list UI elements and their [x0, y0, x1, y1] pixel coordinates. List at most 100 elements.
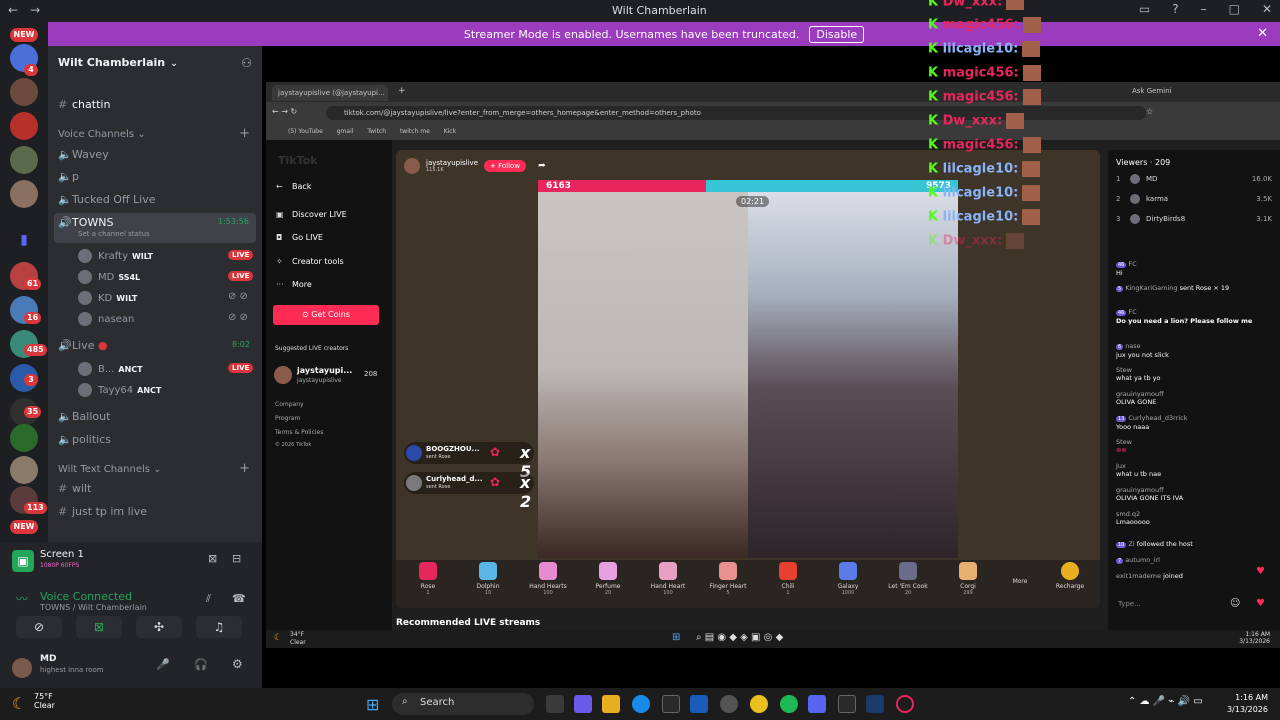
server-icon[interactable] — [10, 424, 38, 452]
outlook-icon[interactable] — [690, 695, 708, 713]
gift-let-em-cook[interactable]: Let 'Em Cook 20 — [878, 562, 938, 596]
recharge-button[interactable]: Recharge — [1042, 562, 1098, 590]
like-heart-icon[interactable]: ♥ — [1256, 598, 1265, 609]
channel-chattin[interactable]: # chattin — [58, 98, 110, 111]
back-link[interactable]: ← Back — [276, 182, 311, 191]
start-icon[interactable]: ⊞ — [672, 632, 680, 643]
xbox-icon[interactable] — [838, 695, 856, 713]
footer-link[interactable]: Program — [275, 415, 300, 422]
stop-stream-icon[interactable]: ⊠ — [208, 552, 217, 565]
disconnect-icon[interactable]: ☎ — [232, 592, 246, 605]
chrome-icon[interactable] — [750, 695, 768, 713]
top-viewer[interactable]: 1 MD 16.0K — [1116, 174, 1272, 184]
stream-settings-icon[interactable]: ⊟ — [232, 552, 241, 565]
banner-close-icon[interactable]: ✕ — [1257, 26, 1268, 41]
voice-channel-p[interactable]: 🔈p — [58, 170, 79, 183]
bookmark[interactable]: Twitch — [367, 128, 386, 135]
server-icon[interactable] — [10, 146, 38, 174]
text-category[interactable]: Wilt Text Channels ⌄ — [58, 464, 162, 475]
taskbar-clock[interactable]: 1:16 AM 3/13/2026 — [1227, 692, 1268, 716]
browser-nav-icons[interactable]: ← → ↻ — [272, 107, 297, 116]
avatar[interactable] — [274, 366, 292, 384]
start-icon[interactable]: ⊞ — [366, 695, 379, 714]
voice-user[interactable]: Tayy64 ANCT — [78, 383, 161, 397]
gift-finger-heart[interactable]: Finger Heart 5 — [698, 562, 758, 596]
bookmark[interactable]: twitch me — [400, 128, 430, 135]
forward-arrow-icon[interactable]: → — [30, 3, 40, 17]
copilot-icon[interactable] — [574, 695, 592, 713]
voice-user[interactable]: MD SS4L — [78, 270, 140, 284]
menu-more[interactable]: ··· More — [276, 280, 312, 289]
headphones-icon[interactable]: 🎧 — [194, 658, 208, 671]
follow-button[interactable]: + Follow — [484, 160, 527, 172]
bookmark-star-icon[interactable]: ☆ — [1146, 107, 1153, 116]
bookmark[interactable]: (5) YouTube — [288, 128, 323, 135]
soundboard-button[interactable]: ♫ — [196, 616, 242, 638]
text-channel-wilt[interactable]: # wilt — [58, 482, 91, 495]
system-tray-icons[interactable]: ⌃ ☁ 🎤 ⌁ 🔊 ▭ — [1128, 696, 1203, 707]
channel-status[interactable]: Set a channel status — [78, 230, 150, 238]
folder-icon[interactable]: ▮ — [10, 226, 38, 254]
minimize-icon[interactable]: – — [1201, 2, 1207, 16]
server-icon[interactable] — [10, 78, 38, 106]
noise-suppression-icon[interactable]: ⫽ — [206, 592, 211, 606]
task-view-icon[interactable] — [546, 695, 564, 713]
discord-icon[interactable] — [808, 695, 826, 713]
gift-hand-heart[interactable]: Hand Heart 100 — [638, 562, 698, 596]
voice-location[interactable]: TOWNS / Wilt Chamberlain — [40, 603, 147, 612]
voice-user[interactable]: nasean — [78, 312, 134, 326]
opera-icon[interactable] — [896, 695, 914, 713]
gift-hand-hearts[interactable]: Hand Hearts 100 — [518, 562, 578, 596]
taskbar-search[interactable]: ⌕ Search — [392, 693, 534, 715]
gift-dolphin[interactable]: Dolphin 10 — [458, 562, 518, 596]
steam-icon[interactable] — [720, 695, 738, 713]
taskbar-weather[interactable]: 75°F Clear — [34, 692, 55, 710]
create-channel-icon[interactable]: + — [239, 126, 250, 141]
voice-user[interactable]: B... ANCT — [78, 362, 143, 376]
back-arrow-icon[interactable]: ← — [8, 3, 18, 17]
bookmark[interactable]: Kick — [444, 128, 456, 135]
bookmark[interactable]: gmail — [337, 128, 354, 135]
chat-input[interactable]: Type... — [1114, 596, 1246, 614]
gear-icon[interactable]: ⚙ — [232, 657, 243, 671]
more-gifts-button[interactable]: More — [990, 578, 1050, 585]
maximize-icon[interactable]: □ — [1229, 2, 1240, 16]
invite-people-icon[interactable]: ⚇ — [241, 56, 252, 70]
inbox-icon[interactable]: ▭ — [1139, 2, 1150, 16]
suggested-creator-name[interactable]: jaystayupi... — [297, 366, 352, 375]
gift-rose[interactable]: Rose 1 — [398, 562, 458, 596]
server-icon[interactable] — [10, 112, 38, 140]
ask-gemini-button[interactable]: Ask Gemini — [1132, 87, 1172, 95]
footer-link[interactable]: Terms & Policies — [275, 429, 323, 436]
voice-user[interactable]: Krafty WILT — [78, 249, 153, 263]
edge-icon[interactable] — [632, 695, 650, 713]
browser-tab[interactable]: jaystayupislive (@jaystayupi... ✕ — [272, 85, 388, 101]
voice-channel-live[interactable]: 🔊Live ● — [58, 339, 108, 352]
store-icon[interactable] — [662, 695, 680, 713]
gift-perfume[interactable]: Perfume 20 — [578, 562, 638, 596]
gift-galaxy[interactable]: Galaxy 1000 — [818, 562, 878, 596]
menu-go-live[interactable]: ◘ Go LIVE — [276, 233, 323, 242]
server-icon[interactable] — [10, 456, 38, 484]
new-tab-icon[interactable]: + — [398, 86, 406, 96]
top-viewer[interactable]: 2 karma 3.5K — [1116, 194, 1272, 204]
screen-share-card[interactable]: ▣ Screen 1 1080P 60FPS ⊠ ⊟ — [8, 546, 254, 574]
help-icon[interactable]: ? — [1172, 2, 1178, 16]
camera-off-button[interactable]: ⊘ — [16, 616, 62, 638]
gift-chili[interactable]: Chili 1 — [758, 562, 818, 596]
top-viewer[interactable]: 3 DirtyBirds8 3.1K — [1116, 214, 1272, 224]
spotify-icon[interactable] — [780, 695, 798, 713]
voice-category[interactable]: Voice Channels ⌄ — [58, 129, 146, 140]
viewers-title[interactable]: Viewers · 209 — [1116, 158, 1170, 167]
avatar[interactable] — [12, 658, 32, 678]
voice-user[interactable]: KD WILT — [78, 291, 137, 305]
voice-channel-tucked-off-live[interactable]: 🔈Tucked Off Live — [58, 193, 156, 206]
voice-channel-wavey[interactable]: 🔈Wavey — [58, 148, 109, 161]
voice-channel-politics[interactable]: 🔈politics — [58, 433, 111, 446]
voice-channel-ballout[interactable]: 🔈Ballout — [58, 410, 110, 423]
host-name[interactable]: jaystayupislive — [426, 159, 478, 167]
server-name-header[interactable]: Wilt Chamberlain ⌄ — [58, 56, 178, 69]
get-coins-button[interactable]: ⊙ Get Coins — [273, 305, 379, 325]
taskbar-app-icons[interactable]: ⌕ ▤ ◉ ◆ ◈ ▣ ◎ ◆ — [696, 632, 783, 643]
menu-creator-tools[interactable]: ✧ Creator tools — [276, 257, 344, 266]
